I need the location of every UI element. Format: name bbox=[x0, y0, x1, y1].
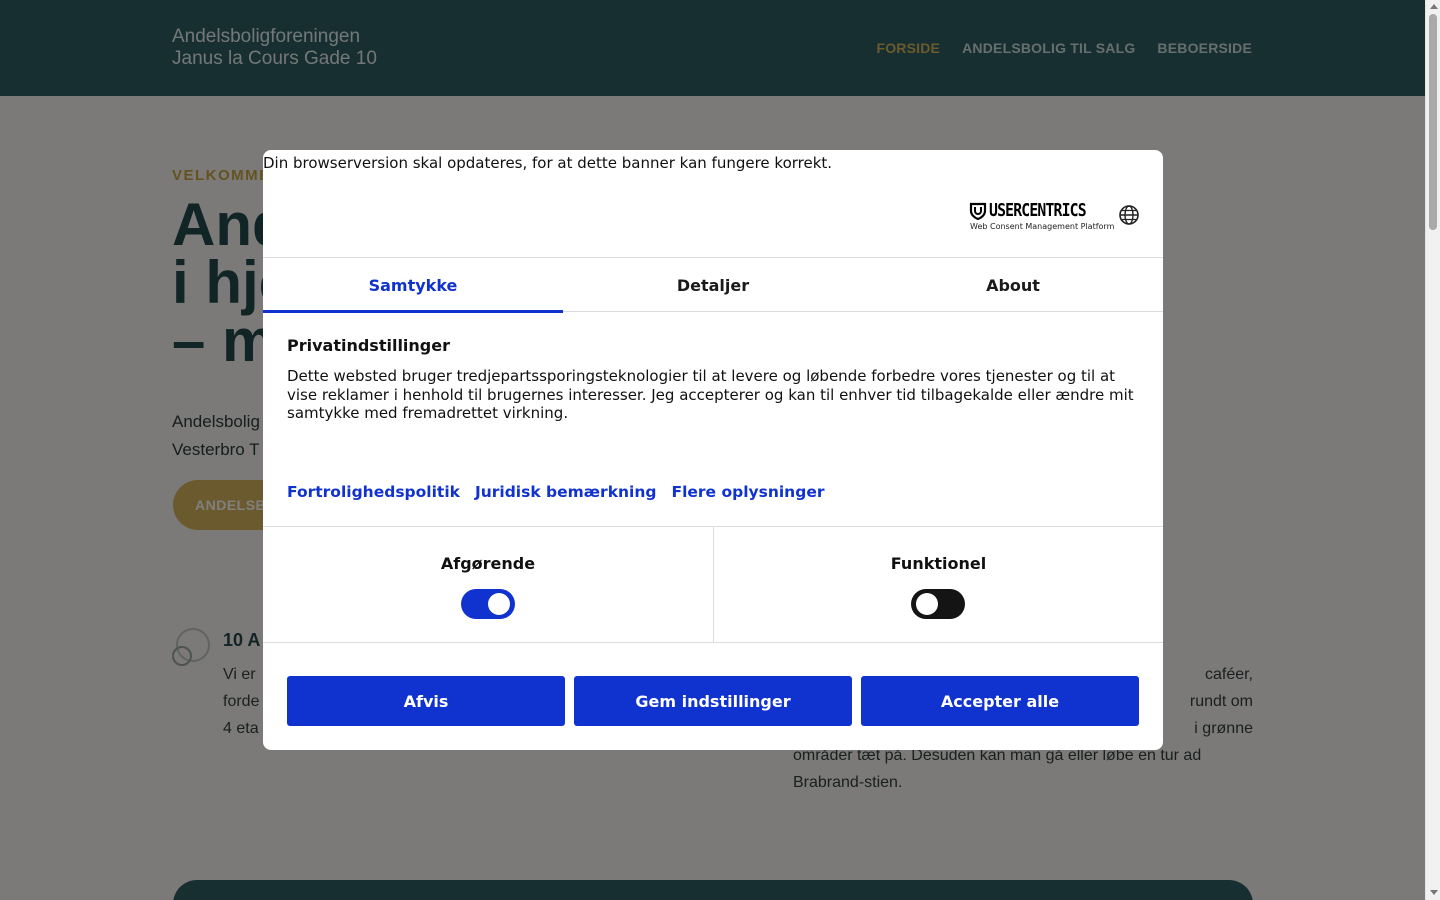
essential-toggle[interactable] bbox=[461, 589, 515, 619]
toggle-knob bbox=[916, 593, 938, 615]
scroll-up-arrow-icon[interactable] bbox=[1430, 4, 1438, 9]
consent-dialog: Din browserversion skal opdateres, for a… bbox=[263, 150, 1163, 750]
brand-tagline: Web Consent Management Platform bbox=[970, 222, 1115, 231]
privacy-policy-link[interactable]: Fortrolighedspolitik bbox=[287, 483, 460, 501]
consent-categories: Afgørende Funktionel bbox=[263, 526, 1163, 643]
category-essential: Afgørende bbox=[263, 527, 713, 643]
shield-icon bbox=[969, 202, 987, 220]
brand-name: USERCENTRICS bbox=[989, 200, 1087, 221]
usercentrics-logo: USERCENTRICS Web Consent Management Plat… bbox=[969, 200, 1114, 232]
page-scrollbar[interactable] bbox=[1425, 0, 1440, 900]
category-label: Funktionel bbox=[890, 554, 987, 573]
consent-tabs: Samtykke Detaljer About bbox=[263, 257, 1163, 313]
category-functional: Funktionel bbox=[713, 527, 1163, 643]
deny-button[interactable]: Afvis bbox=[287, 676, 565, 726]
legal-notice-link[interactable]: Juridisk bemærkning bbox=[475, 483, 657, 501]
privacy-settings-title: Privatindstillinger bbox=[287, 336, 450, 355]
accept-all-button[interactable]: Accepter alle bbox=[861, 676, 1139, 726]
language-globe-icon[interactable] bbox=[1118, 204, 1140, 226]
tab-samtykke[interactable]: Samtykke bbox=[263, 258, 563, 313]
functional-toggle[interactable] bbox=[911, 589, 965, 619]
more-info-link[interactable]: Flere oplysninger bbox=[671, 483, 824, 501]
category-label: Afgørende bbox=[440, 554, 536, 573]
save-settings-button[interactable]: Gem indstillinger bbox=[574, 676, 852, 726]
tab-detaljer[interactable]: Detaljer bbox=[563, 258, 863, 312]
consent-links: Fortrolighedspolitik Juridisk bemærkning… bbox=[287, 483, 824, 501]
browser-update-notice: Din browserversion skal opdateres, for a… bbox=[263, 154, 833, 172]
toggle-knob bbox=[488, 593, 510, 615]
scroll-down-arrow-icon[interactable] bbox=[1430, 890, 1438, 895]
tab-about[interactable]: About bbox=[863, 258, 1163, 312]
scrollbar-thumb[interactable] bbox=[1429, 14, 1437, 230]
privacy-description: Dette websted bruger tredjepartssporings… bbox=[287, 367, 1134, 422]
consent-buttons: Afvis Gem indstillinger Accepter alle bbox=[287, 676, 1139, 726]
